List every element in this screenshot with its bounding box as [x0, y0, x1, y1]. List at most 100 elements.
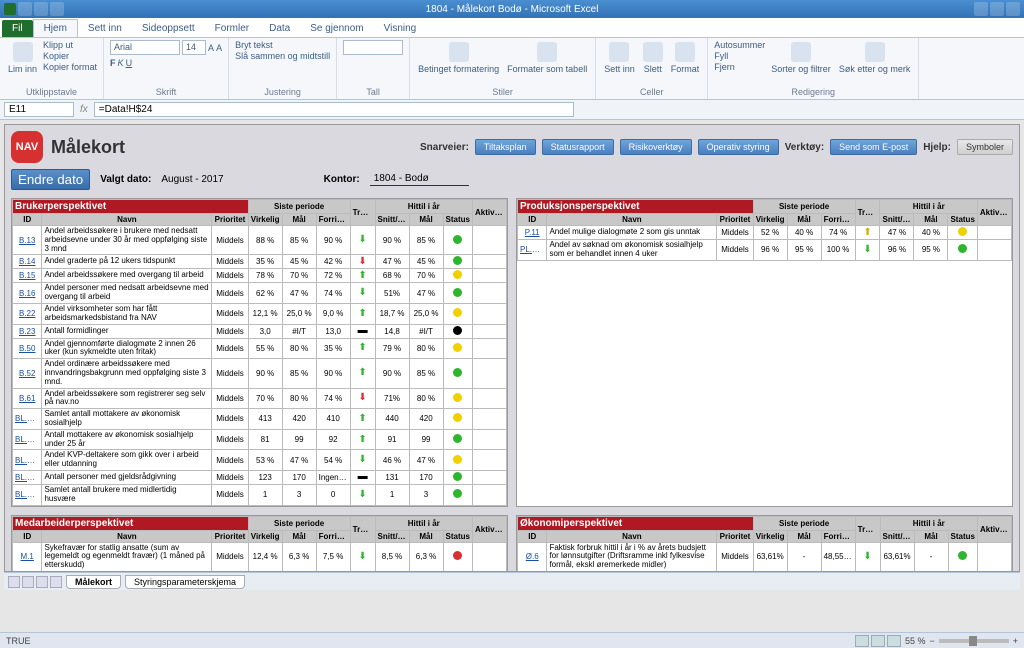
- conditional-formatting-button[interactable]: Betinget formatering: [416, 40, 501, 76]
- row-virkelig: 123: [248, 470, 282, 484]
- row-id-link[interactable]: B.61: [13, 388, 42, 409]
- row-id-link[interactable]: M.1: [13, 542, 42, 571]
- italic-button[interactable]: K: [118, 58, 124, 68]
- send-epost-button[interactable]: Send som E-post: [830, 139, 917, 155]
- ribbon-tab-settinn[interactable]: Sett inn: [78, 20, 132, 37]
- zoom-out-button[interactable]: −: [929, 636, 934, 646]
- row-id-link[interactable]: B.16: [13, 283, 42, 304]
- autosum-button[interactable]: Autosummer: [714, 40, 765, 50]
- ribbon-tab-data[interactable]: Data: [259, 20, 300, 37]
- bold-button[interactable]: F: [110, 58, 116, 68]
- restore-icon[interactable]: [990, 2, 1004, 16]
- row-status: [948, 240, 977, 261]
- row-id-link[interactable]: B.50: [13, 338, 42, 359]
- window-title: 1804 - Målekort Bodø - Microsoft Excel: [426, 4, 599, 15]
- ribbon-tab-visning[interactable]: Visning: [374, 20, 427, 37]
- row-id-link[interactable]: B.23: [13, 324, 42, 338]
- fx-icon[interactable]: fx: [80, 104, 88, 115]
- row-aktive: [473, 324, 507, 338]
- row-id-link[interactable]: B.13: [13, 226, 42, 255]
- row-aktive: [473, 450, 507, 471]
- endre-dato-button[interactable]: Endre dato: [11, 169, 90, 190]
- row-trend: ⬇: [855, 542, 880, 571]
- name-box[interactable]: E11: [4, 102, 74, 117]
- qat-undo-icon[interactable]: [34, 2, 48, 16]
- number-format-select[interactable]: [343, 40, 403, 55]
- ribbon-tab-hjem[interactable]: Hjem: [33, 19, 78, 37]
- row-trend: ⬆: [350, 269, 375, 283]
- merge-center-button[interactable]: Slå sammen og midtstill: [235, 51, 330, 61]
- formula-input[interactable]: =Data!H$24: [94, 102, 574, 117]
- sheet-tab-styringsparameterskjema[interactable]: Styringsparameterskjema: [125, 575, 245, 589]
- wrap-text-button[interactable]: Bryt tekst: [235, 40, 330, 50]
- tiltaksplan-button[interactable]: Tiltaksplan: [475, 139, 536, 155]
- row-id-link[interactable]: BL.404: [13, 484, 42, 505]
- row-id-link[interactable]: PL.103: [518, 240, 547, 261]
- sheet-nav-last-icon[interactable]: [50, 576, 62, 588]
- sheet-tab-malekort[interactable]: Målekort: [66, 575, 121, 589]
- row-id-link[interactable]: Ø.6: [518, 542, 547, 571]
- font-size-select[interactable]: 14: [182, 40, 206, 55]
- kontor-value[interactable]: 1804 - Bodø: [370, 173, 469, 186]
- row-id-link[interactable]: B.15: [13, 269, 42, 283]
- statusrapport-button[interactable]: Statusrapport: [542, 139, 614, 155]
- view-normal-icon[interactable]: [855, 635, 869, 647]
- row-priority: Middels: [212, 255, 248, 269]
- zoom-slider[interactable]: [939, 639, 1009, 643]
- symboler-button[interactable]: Symboler: [957, 139, 1013, 155]
- format-painter-button[interactable]: Kopier format: [43, 62, 97, 72]
- row-id-link[interactable]: BL.301: [13, 470, 42, 484]
- view-layout-icon[interactable]: [871, 635, 885, 647]
- format-cells-button[interactable]: Format: [669, 40, 702, 76]
- ribbon-tab-sideoppsett[interactable]: Sideoppsett: [132, 20, 205, 37]
- clear-button[interactable]: Fjern: [714, 62, 765, 72]
- ribbon-tab-formler[interactable]: Formler: [205, 20, 259, 37]
- row-mal: 80 %: [282, 338, 316, 359]
- row-status: [443, 429, 472, 450]
- ribbon-group-clipboard: Lim inn Klipp ut Kopier Kopier format Ut…: [0, 38, 104, 99]
- sheet-nav-first-icon[interactable]: [8, 576, 20, 588]
- row-id-link[interactable]: P.11: [518, 226, 547, 240]
- copy-button[interactable]: Kopier: [43, 51, 97, 61]
- operativ-styring-button[interactable]: Operativ styring: [698, 139, 779, 155]
- cut-button[interactable]: Klipp ut: [43, 40, 97, 50]
- row-virkelig: 35 %: [248, 255, 282, 269]
- underline-button[interactable]: U: [126, 58, 133, 68]
- risikoverktoy-button[interactable]: Risikoverktøy: [620, 139, 692, 155]
- sheet-nav-next-icon[interactable]: [36, 576, 48, 588]
- close-icon[interactable]: [1006, 2, 1020, 16]
- row-id-link[interactable]: BL.151: [13, 409, 42, 430]
- delete-cells-button[interactable]: Slett: [641, 40, 665, 76]
- row-trend: ▬: [350, 324, 375, 338]
- view-pagebreak-icon[interactable]: [887, 635, 901, 647]
- row-id-link[interactable]: B.14: [13, 255, 42, 269]
- row-virkelig: 12,1 %: [248, 303, 282, 324]
- row-id-link[interactable]: B.52: [13, 359, 42, 388]
- minimize-icon[interactable]: [974, 2, 988, 16]
- increase-font-icon[interactable]: A: [208, 43, 214, 53]
- decrease-font-icon[interactable]: A: [216, 43, 222, 53]
- sheet-nav-prev-icon[interactable]: [22, 576, 34, 588]
- ribbon-tab-segjennom[interactable]: Se gjennom: [300, 20, 373, 37]
- format-as-table-button[interactable]: Formater som tabell: [505, 40, 589, 76]
- find-select-button[interactable]: Søk etter og merk: [837, 40, 913, 76]
- ribbon-group-font: Arial 14 A A F K U Skrift: [104, 38, 229, 99]
- sort-filter-button[interactable]: Sorter og filtrer: [769, 40, 833, 76]
- row-id-link[interactable]: BL.153: [13, 429, 42, 450]
- ribbon-tab-fil[interactable]: Fil: [2, 20, 33, 37]
- row-aktive: [473, 484, 507, 505]
- qat-redo-icon[interactable]: [50, 2, 64, 16]
- row-trend: ⬆: [350, 409, 375, 430]
- row-id-link[interactable]: B.22: [13, 303, 42, 324]
- row-status: [443, 324, 472, 338]
- row-id-link[interactable]: BL.202: [13, 450, 42, 471]
- insert-cells-button[interactable]: Sett inn: [602, 40, 637, 76]
- font-name-select[interactable]: Arial: [110, 40, 180, 55]
- sheet-area: NAV Målekort Snarveier: Tiltaksplan Stat…: [0, 120, 1024, 632]
- row-virkelig: 88 %: [248, 226, 282, 255]
- qat-save-icon[interactable]: [18, 2, 32, 16]
- zoom-in-button[interactable]: +: [1013, 636, 1018, 646]
- fill-button[interactable]: Fyll: [714, 51, 765, 61]
- row-mal: 6,3 %: [282, 542, 316, 571]
- paste-button[interactable]: Lim inn: [6, 40, 39, 76]
